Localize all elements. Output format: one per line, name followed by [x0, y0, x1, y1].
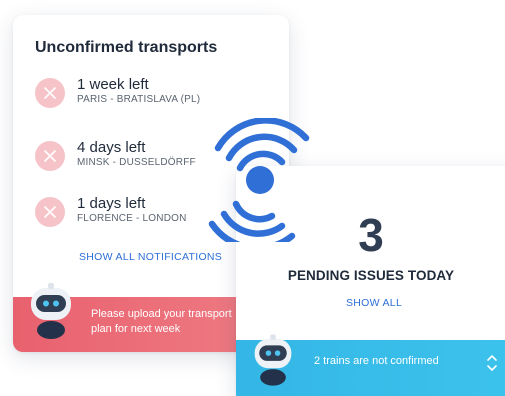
notification-route: FLORENCE - LONDON	[77, 213, 187, 224]
close-icon[interactable]	[35, 197, 65, 227]
robot-avatar-icon	[254, 334, 292, 386]
chevron-up-down-icon[interactable]	[486, 352, 498, 374]
close-icon[interactable]	[35, 141, 65, 171]
card-title: Unconfirmed transports	[35, 39, 218, 56]
banner-message: 2 trains are not confirmed	[314, 355, 439, 367]
notification-time-left: 1 week left	[77, 76, 149, 93]
signal-broadcast-icon	[208, 118, 310, 242]
robot-avatar-icon	[31, 283, 71, 339]
notification-route: MINSK - DUSSELDÖRFF	[77, 157, 196, 168]
notification-time-left: 4 days left	[77, 139, 146, 156]
show-all-link[interactable]: SHOW ALL	[346, 297, 402, 309]
notification-time-left: 1 days left	[77, 195, 146, 212]
notification-route: PARIS - BRATISLAVA (PL)	[77, 94, 201, 105]
show-all-notifications-link[interactable]: SHOW ALL NOTIFICATIONS	[79, 251, 222, 263]
notification-item[interactable]: 1 week left PARIS - BRATISLAVA (PL)	[35, 76, 285, 110]
pending-issues-label: PENDING ISSUES TODAY	[287, 268, 455, 283]
close-icon[interactable]	[35, 78, 65, 108]
